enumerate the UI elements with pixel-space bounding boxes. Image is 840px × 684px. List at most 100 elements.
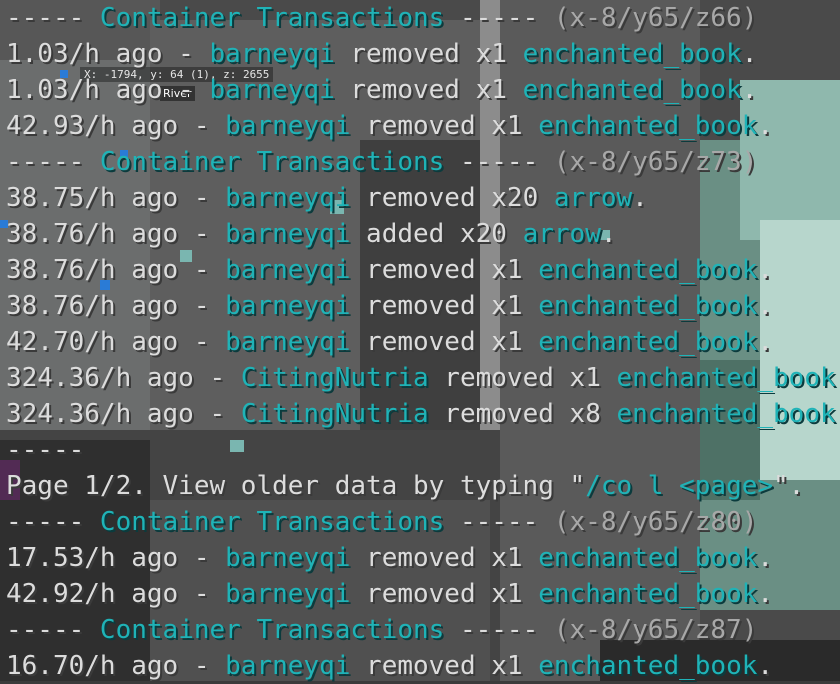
chat-line: 42.92/h ago - barneyqi removed x1 enchan… — [6, 576, 773, 612]
chat-text: 1.03/h ago - — [6, 39, 210, 69]
chat-text: 38.76/h ago - — [6, 219, 226, 249]
chat-text: 1.03/h ago - — [6, 75, 210, 105]
chat-text: ". — [773, 471, 805, 501]
chat-highlight-text: CitingNutria — [240, 399, 429, 429]
chat-highlight-text: arrow — [522, 219, 601, 249]
chat-highlight-text: barneyqi — [225, 579, 351, 609]
chat-text: . — [600, 219, 617, 249]
chat-text: ----- — [444, 147, 554, 177]
chat-text: 42.92/h ago - — [6, 579, 226, 609]
chat-text: . — [836, 363, 840, 393]
chat-highlight-text: barneyqi — [225, 183, 351, 213]
chat-text: added x20 — [350, 219, 523, 249]
chat-text: Page 1/2. View older data by typing " — [6, 471, 586, 501]
chat-text: . — [757, 327, 774, 357]
chat-text: ----- — [6, 615, 100, 645]
chat-highlight-text: enchanted_book — [538, 579, 758, 609]
chat-highlight-text: enchanted_book — [616, 399, 836, 429]
chat-highlight-text: enchanted_book — [522, 75, 742, 105]
chat-text: ----- — [444, 507, 554, 537]
chat-line: 38.75/h ago - barneyqi removed x20 arrow… — [6, 180, 648, 216]
chat-text: ----- — [444, 3, 554, 33]
chat-line: 324.36/h ago - CitingNutria removed x1 e… — [6, 360, 840, 396]
chat-line: 42.70/h ago - barneyqi removed x1 enchan… — [6, 324, 773, 360]
chat-highlight-text: barneyqi — [225, 651, 351, 681]
chat-highlight-text: enchanted_book — [522, 39, 742, 69]
chat-text: 38.75/h ago - — [6, 183, 226, 213]
chat-text: . — [757, 255, 774, 285]
chat-text: (x-8/y65/z80) — [553, 507, 758, 537]
chat-text: 324.36/h ago - — [6, 399, 241, 429]
chat-highlight-text: arrow — [553, 183, 633, 213]
chat-line: 324.36/h ago - CitingNutria removed x8 e… — [6, 396, 840, 432]
chat-text: removed x1 — [350, 327, 539, 357]
chat-text: . — [757, 291, 774, 321]
chat-line: 17.53/h ago - barneyqi removed x1 enchan… — [6, 540, 773, 576]
chat-line: ----- Container Transactions ----- (x-8/… — [6, 504, 757, 540]
chat-highlight-text: Container Transactions — [99, 147, 445, 177]
chat-text: ----- — [6, 507, 100, 537]
chat-text: (x-8/y65/z87) — [553, 615, 758, 645]
chat-highlight-text: enchanted_book — [538, 111, 758, 141]
chat-line: 42.93/h ago - barneyqi removed x1 enchan… — [6, 108, 773, 144]
chat-highlight-text: enchanted_book — [616, 363, 836, 393]
chat-text: removed x1 — [334, 39, 523, 69]
chat-text: . — [757, 543, 774, 573]
chat-highlight-text: Container Transactions — [99, 615, 445, 645]
chat-text: 17.53/h ago - — [6, 543, 226, 573]
chat-text: removed x1 — [350, 651, 539, 681]
chat-highlight-text: barneyqi — [225, 543, 351, 573]
chat-line: 1.03/h ago - barneyqi removed x1 enchant… — [6, 36, 757, 72]
chat-highlight-text: barneyqi — [209, 39, 335, 69]
chat-line: Page 1/2. View older data by typing "/co… — [6, 468, 804, 504]
chat-text: (x-8/y65/z73) — [553, 147, 758, 177]
chat-highlight-text: barneyqi — [225, 327, 351, 357]
chat-text: . — [741, 39, 758, 69]
chat-line: 38.76/h ago - barneyqi removed x1 enchan… — [6, 288, 773, 324]
chat-text: ----- — [6, 435, 85, 465]
chat-highlight-text: barneyqi — [225, 291, 351, 321]
chat-highlight-text: enchanted_book — [538, 327, 758, 357]
chat-text: ----- — [444, 615, 554, 645]
chat-text: . — [836, 399, 840, 429]
chat-line: ----- Container Transactions ----- (x-8/… — [6, 144, 757, 180]
chat-text: removed x1 — [350, 579, 539, 609]
chat-text: ----- — [6, 147, 100, 177]
chat-text: 42.93/h ago - — [6, 111, 226, 141]
chat-text: removed x1 — [350, 291, 539, 321]
chat-highlight-text: barneyqi — [225, 255, 351, 285]
chat-highlight-text: enchanted_book — [538, 543, 758, 573]
chat-line: ----- Container Transactions ----- (x-8/… — [6, 612, 757, 648]
chat-text: . — [757, 579, 774, 609]
chat-text: removed x1 — [350, 543, 539, 573]
chat-text: removed x1 — [350, 255, 539, 285]
chat-text: removed x1 — [428, 363, 617, 393]
chat-line: 38.76/h ago - barneyqi added x20 arrow. — [6, 216, 617, 252]
chat-text: removed x1 — [350, 111, 539, 141]
chat-text: . — [757, 111, 774, 141]
chat-text: removed x20 — [350, 183, 554, 213]
chat-highlight-text: Container Transactions — [99, 3, 445, 33]
chat-text: . — [757, 651, 774, 681]
chat-text: 38.76/h ago - — [6, 291, 226, 321]
chat-line: 16.70/h ago - barneyqi removed x1 enchan… — [6, 648, 773, 684]
chat-text: removed x1 — [334, 75, 523, 105]
chat-highlight-text: barneyqi — [225, 111, 351, 141]
chat-text: . — [741, 75, 758, 105]
chat-line: 38.76/h ago - barneyqi removed x1 enchan… — [6, 252, 773, 288]
chat-line: ----- Container Transactions ----- (x-8/… — [6, 0, 757, 36]
chat-line: ----- — [6, 432, 84, 468]
chat-text: removed x8 — [428, 399, 617, 429]
chat-highlight-text: enchanted_book — [538, 651, 758, 681]
chat-line: 1.03/h ago - barneyqi removed x1 enchant… — [6, 72, 757, 108]
chat-highlight-text: /co l <page> — [585, 471, 774, 501]
chat-text: 16.70/h ago - — [6, 651, 226, 681]
chat-text: . — [632, 183, 648, 213]
chat-text: 42.70/h ago - — [6, 327, 226, 357]
chat-text: (x-8/y65/z66) — [553, 3, 758, 33]
chat-text: 324.36/h ago - — [6, 363, 241, 393]
chat-highlight-text: barneyqi — [209, 75, 335, 105]
chat-highlight-text: CitingNutria — [240, 363, 429, 393]
chat-highlight-text: enchanted_book — [538, 255, 758, 285]
chat-highlight-text: enchanted_book — [538, 291, 758, 321]
